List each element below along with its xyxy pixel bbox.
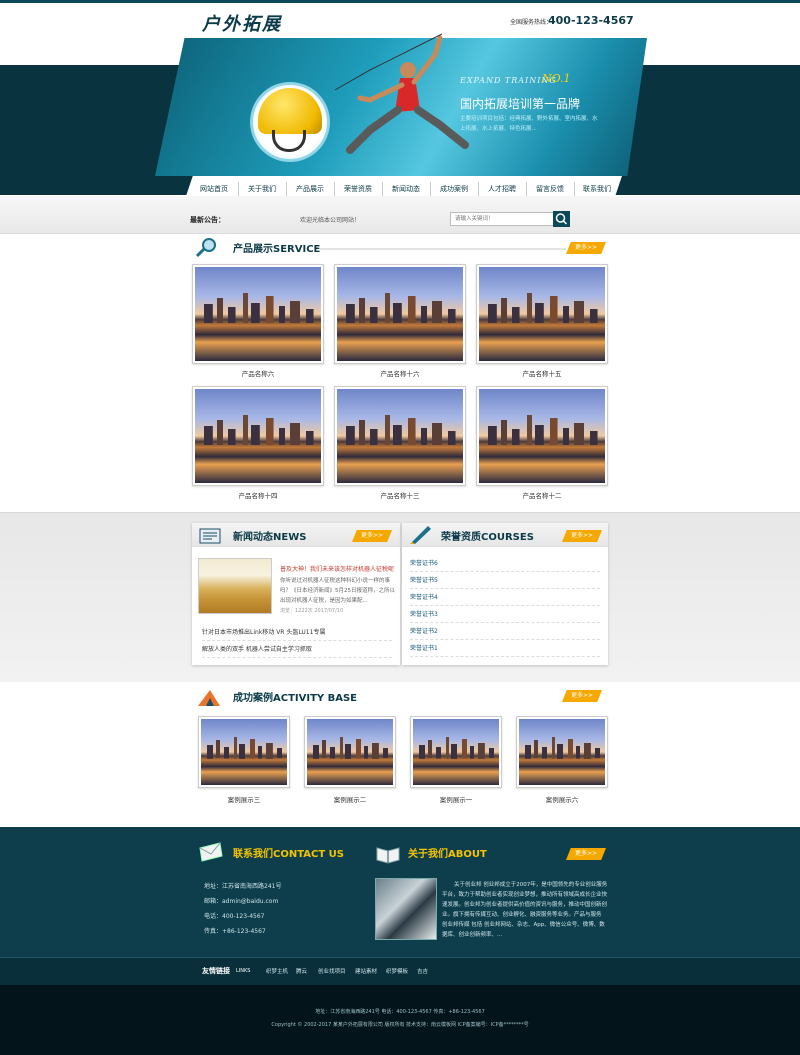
banner-slogan: 国内拓展培训第一品牌 [460, 97, 581, 111]
news-featured-date: 浏览：1222次 2017/07/10 [280, 608, 344, 614]
notice-bar [0, 196, 800, 234]
news-item[interactable]: 解放人类的双手 机器人尝试自主学习抓取 [202, 644, 392, 658]
case-name[interactable]: 案例展示六 [516, 794, 608, 804]
case-name[interactable]: 案例展示二 [304, 794, 396, 804]
cases-title: 成功案例ACTIVITY BASE [233, 693, 358, 704]
hotline-label: 全国服务热线： [510, 19, 553, 26]
news-featured-title[interactable]: 普及大神！我们未来该怎样对机器人征税呢 [280, 564, 394, 573]
honor-item[interactable]: 荣誉证书4 [410, 592, 600, 606]
copyright-area [0, 985, 800, 1055]
notice-text[interactable]: 欢迎光临本公司网站！ [300, 215, 360, 224]
news-title: 新闻动态NEWS [233, 532, 307, 543]
banner-no1: NO.1 [542, 72, 571, 85]
about-title: 关于我们ABOUT [408, 849, 487, 860]
honor-item[interactable]: 荣誉证书1 [410, 643, 600, 657]
magnifier-icon [195, 238, 216, 258]
product-name[interactable]: 产品名称十六 [334, 368, 466, 378]
honor-item[interactable]: 荣誉证书3 [410, 609, 600, 623]
friend-link[interactable]: 建站素材 [355, 967, 377, 975]
case-name[interactable]: 案例展示一 [410, 794, 502, 804]
notice-label: 最新公告： [190, 216, 225, 224]
case-card[interactable] [410, 716, 502, 788]
divider [320, 248, 566, 250]
product-image [195, 267, 321, 361]
contact-fax: 传真：+86-123-4567 [204, 928, 266, 935]
friend-link[interactable]: 创业找项目 [318, 967, 346, 975]
news-featured-desc: 你听说过对机器人征税这种科幻小说一样的事吗？《日本经济新闻》5月25日报道称，之… [280, 578, 395, 604]
news-featured-image[interactable] [198, 558, 272, 614]
cases-more-button[interactable]: 更多>> [562, 690, 602, 702]
about-more-button[interactable]: 更多>> [566, 848, 606, 860]
pen-icon [410, 526, 431, 544]
product-name[interactable]: 产品名称十四 [192, 490, 324, 500]
banner-subtext: 主要培训项目包括：经典拓展、野外拓展、室内拓展、水上拓展、水上拓展、特色拓展..… [460, 116, 598, 132]
product-card[interactable] [192, 264, 324, 364]
product-name[interactable]: 产品名称六 [192, 368, 324, 378]
contact-phone: 电话：400-123-4567 [204, 913, 265, 920]
climber-figure-icon [334, 33, 469, 154]
links-label: 友情链接 [202, 967, 230, 975]
product-image [479, 267, 605, 361]
product-card[interactable] [334, 386, 466, 486]
product-card[interactable] [334, 264, 466, 364]
case-card[interactable] [516, 716, 608, 788]
products-more-button[interactable]: 更多>> [566, 242, 606, 254]
book-icon [376, 847, 400, 864]
footer-address: 地址：江苏省南海西路241号 电话：400-123-4567 传真：+86-12… [315, 1009, 485, 1015]
product-name[interactable]: 产品名称十三 [334, 490, 466, 500]
case-card[interactable] [198, 716, 290, 788]
friend-link[interactable]: 织梦主机 [266, 967, 288, 975]
newspaper-icon [199, 528, 221, 544]
case-card[interactable] [304, 716, 396, 788]
friend-link[interactable]: 吉吉 [417, 967, 428, 975]
product-image [337, 267, 463, 361]
case-image [519, 719, 605, 785]
honor-item[interactable]: 荣誉证书5 [410, 575, 600, 589]
honors-title: 荣誉资质COURSES [441, 532, 534, 543]
about-text: 关于创业邦 创业邦成立于2007年，是中国领先的专业创业服务平台，致力于帮助创业… [442, 882, 608, 938]
case-image [413, 719, 499, 785]
products-title: 产品展示SERVICE [233, 244, 321, 255]
hotline-number: 400-123-4567 [548, 14, 634, 27]
honor-item[interactable]: 荣誉证书6 [410, 558, 600, 572]
product-image [479, 389, 605, 483]
cases-section [0, 682, 800, 827]
site-logo[interactable]: 户外拓展 [202, 10, 282, 36]
contact-title: 联系我们CONTACT US [233, 849, 344, 860]
friend-link[interactable]: 织梦模板 [386, 967, 408, 975]
search-input[interactable] [450, 212, 554, 226]
contact-address: 地址：江苏省南海西路241号 [204, 883, 282, 890]
about-image [375, 878, 437, 940]
news-more-button[interactable]: 更多>> [352, 530, 392, 542]
case-name[interactable]: 案例展示三 [198, 794, 290, 804]
contact-email[interactable]: 邮箱：admin@baidu.com [204, 896, 278, 905]
product-card[interactable] [476, 386, 608, 486]
links-sublabel: LINKS [236, 968, 251, 974]
product-card[interactable] [476, 264, 608, 364]
footer-copyright: Copyright © 2002-2017 某某户外拓展有限公司 版权所有 技术… [271, 1022, 529, 1028]
honor-item[interactable]: 荣誉证书2 [410, 626, 600, 640]
tent-icon [198, 690, 220, 706]
honors-more-button[interactable]: 更多>> [562, 530, 602, 542]
product-card[interactable] [192, 386, 324, 486]
product-name[interactable]: 产品名称十五 [476, 368, 608, 378]
case-image [201, 719, 287, 785]
news-honors-section [0, 512, 800, 682]
search-button[interactable] [553, 211, 570, 227]
product-image [337, 389, 463, 483]
product-name[interactable]: 产品名称十二 [476, 490, 608, 500]
search-icon [555, 213, 568, 225]
friend-link[interactable]: 腾云 [296, 967, 307, 975]
case-image [307, 719, 393, 785]
news-item[interactable]: 针对日本市场推出Link移动 VR 头盔LU11专属 [202, 627, 392, 641]
product-image [195, 389, 321, 483]
mail-icon [199, 842, 223, 862]
